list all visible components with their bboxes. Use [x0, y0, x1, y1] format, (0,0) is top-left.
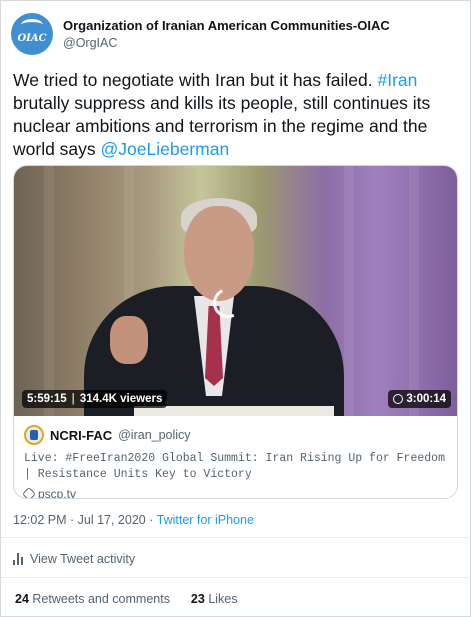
tweet-text-part1: We tried to negotiate with Iran but it h…	[13, 70, 378, 90]
activity-label: View Tweet activity	[30, 552, 136, 566]
avatar-text: OIAC	[17, 32, 47, 44]
meta-dot: ·	[66, 513, 78, 527]
tweet-header: OIAC Organization of Iranian American Co…	[11, 13, 390, 55]
divider	[1, 577, 471, 578]
author-names: Organization of Iranian American Communi…	[63, 18, 390, 50]
tweet-source[interactable]: Twitter for iPhone	[157, 513, 254, 527]
card-title[interactable]: Live: #FreeIran2020 Global Summit: Iran …	[24, 451, 449, 483]
card-account-handle[interactable]: @iran_policy	[118, 428, 190, 442]
viewer-count: 314.4K viewers	[79, 393, 163, 405]
media-card[interactable]: 5:59:15 | 314.4K viewers 3:00:14 NCRI-FA…	[13, 165, 458, 499]
retweets-stat[interactable]: 24 Retweets and comments	[15, 592, 170, 606]
card-domain-text: pscp.tv	[38, 487, 77, 499]
card-domain[interactable]: pscp.tv	[21, 486, 449, 499]
bar-chart-icon	[13, 553, 23, 565]
curtain-fold	[409, 166, 419, 416]
likes-count: 23	[190, 592, 205, 606]
meta-dot-2: ·	[145, 513, 157, 527]
curtain-fold	[344, 166, 354, 416]
card-account: NCRI-FAC @iran_policy	[24, 425, 449, 445]
speaker-head	[184, 206, 254, 301]
mention-link[interactable]: @JoeLieberman	[101, 139, 230, 159]
likes-stat[interactable]: 23 Likes	[191, 592, 238, 606]
curtain-fold	[44, 166, 54, 416]
author-avatar[interactable]: OIAC	[11, 13, 53, 55]
link-icon	[21, 486, 37, 498]
retweets-label: Retweets and comments	[32, 592, 170, 606]
author-handle[interactable]: @OrgIAC	[63, 36, 390, 50]
speaker-hand	[110, 316, 148, 364]
elapsed-time: 5:59:15	[27, 393, 67, 405]
tweet-date[interactable]: Jul 17, 2020	[78, 513, 146, 527]
likes-label: Likes	[208, 592, 238, 606]
engagement-stats: 24 Retweets and comments 23 Likes	[15, 592, 238, 606]
duration-badge: 3:00:14	[388, 390, 451, 408]
tweet-text: We tried to negotiate with Iran but it h…	[13, 69, 465, 161]
divider	[1, 537, 471, 538]
card-account-name[interactable]: NCRI-FAC	[50, 428, 112, 443]
author-display-name[interactable]: Organization of Iranian American Communi…	[63, 18, 390, 33]
tweet-time[interactable]: 12:02 PM	[13, 513, 67, 527]
badge-separator: |	[71, 393, 75, 405]
view-activity-link[interactable]: View Tweet activity	[13, 552, 135, 566]
tweet-meta: 12:02 PM · Jul 17, 2020 · Twitter for iP…	[13, 513, 254, 527]
clock-icon	[393, 394, 404, 404]
live-stats-badge: 5:59:15 | 314.4K viewers	[22, 390, 168, 408]
hashtag-link[interactable]: #Iran	[377, 70, 417, 90]
ncri-avatar-icon	[24, 425, 44, 445]
tweet-frame: OIAC Organization of Iranian American Co…	[0, 0, 471, 617]
retweets-count: 24	[15, 592, 29, 606]
video-player[interactable]: 5:59:15 | 314.4K viewers 3:00:14	[14, 166, 457, 416]
video-duration: 3:00:14	[406, 393, 446, 405]
bird-icon	[21, 19, 43, 31]
card-info[interactable]: NCRI-FAC @iran_policy Live: #FreeIran202…	[14, 416, 457, 499]
